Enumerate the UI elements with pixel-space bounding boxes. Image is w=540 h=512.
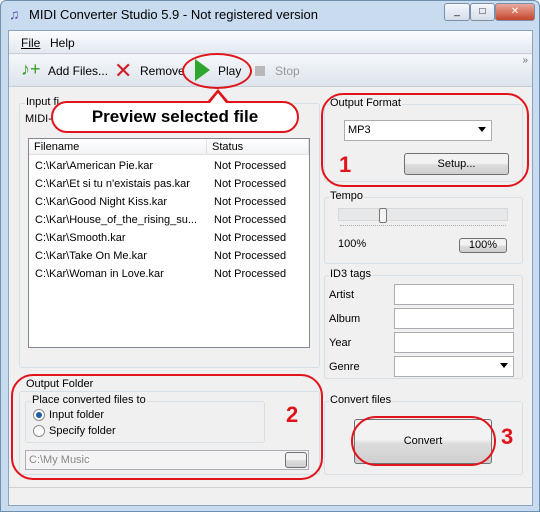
file-status: Not Processed xyxy=(214,160,287,172)
file-status: Not Processed xyxy=(214,178,287,190)
genre-label: Genre xyxy=(329,361,360,373)
file-name: C:\Kar\Take On Me.kar xyxy=(35,250,147,262)
year-label: Year xyxy=(329,337,352,349)
file-name: C:\Kar\House_of_the_rising_su... xyxy=(35,214,198,226)
file-status: Not Processed xyxy=(214,250,287,262)
table-row[interactable]: C:\Kar\House_of_the_rising_su... Not Proc… xyxy=(29,211,309,229)
file-list[interactable]: Filename Status C:\Kar\American Pie.kar N… xyxy=(28,138,310,348)
table-row[interactable]: C:\Kar\Woman in Love.kar Not Processed xyxy=(29,265,309,283)
add-files-button[interactable]: Add Files... xyxy=(48,64,108,78)
table-row[interactable]: C:\Kar\Smooth.kar Not Processed xyxy=(29,229,309,247)
file-name: C:\Kar\Good Night Kiss.kar xyxy=(35,196,168,208)
menu-help[interactable]: Help xyxy=(50,36,75,50)
status-bar xyxy=(9,487,532,505)
column-status[interactable]: Status xyxy=(207,139,309,155)
slider-thumb[interactable] xyxy=(379,208,387,223)
minimize-button[interactable]: _ xyxy=(444,3,470,21)
album-label: Album xyxy=(329,313,361,325)
close-button[interactable]: ✕ xyxy=(495,3,535,21)
menu-bar: File Help xyxy=(9,31,532,54)
table-row[interactable]: C:\Kar\Good Night Kiss.kar Not Processed xyxy=(29,193,309,211)
menu-file[interactable]: File xyxy=(21,36,40,50)
annotation-circle-play xyxy=(182,53,252,89)
tempo-slider[interactable] xyxy=(338,208,508,223)
annotation-circle-1 xyxy=(321,93,529,187)
app-icon: ♫ xyxy=(9,6,20,22)
genre-dropdown[interactable] xyxy=(394,356,514,377)
id3-label: ID3 tags xyxy=(329,268,372,280)
annotation-circle-2 xyxy=(11,374,323,480)
tempo-label: Tempo xyxy=(329,190,365,202)
app-window: ♫ MIDI Converter Studio 5.9 - Not regist… xyxy=(0,0,540,512)
file-status: Not Processed xyxy=(214,196,287,208)
file-name: C:\Kar\American Pie.kar xyxy=(35,160,153,172)
toolbar: ♪+ Add Files... ✕ Remove Play Stop » xyxy=(9,55,532,87)
tempo-value: 100% xyxy=(338,238,367,250)
file-status: Not Processed xyxy=(214,232,287,244)
callout-bubble: Preview selected file xyxy=(51,101,299,133)
stop-button[interactable]: Stop xyxy=(275,64,300,78)
annotation-number-3: 3 xyxy=(501,424,514,449)
artist-input[interactable] xyxy=(394,284,514,305)
remove-icon: ✕ xyxy=(114,58,133,83)
album-input[interactable] xyxy=(394,308,514,329)
table-row[interactable]: C:\Kar\American Pie.kar Not Processed xyxy=(29,157,309,175)
callout-pointer-fill xyxy=(210,93,226,103)
tempo-reset-button[interactable]: 100% xyxy=(459,238,507,253)
input-files-sub: MIDI- xyxy=(25,113,52,125)
table-row[interactable]: C:\Kar\Take On Me.kar Not Processed xyxy=(29,247,309,265)
file-status: Not Processed xyxy=(214,214,287,226)
slider-ticks xyxy=(340,225,506,226)
table-row[interactable]: C:\Kar\Et si tu n'existais pas.kar Not Pr… xyxy=(29,175,309,193)
file-name: C:\Kar\Smooth.kar xyxy=(35,232,126,244)
column-filename[interactable]: Filename xyxy=(29,139,207,155)
window-title: MIDI Converter Studio 5.9 - Not register… xyxy=(29,7,319,22)
annotation-circle-3 xyxy=(351,416,496,466)
annotation-number-2: 2 xyxy=(286,402,299,427)
file-status: Not Processed xyxy=(214,268,287,280)
annotation-number-1: 1 xyxy=(339,152,352,177)
add-files-icon: ♪+ xyxy=(21,59,41,79)
toolbar-overflow[interactable]: » xyxy=(522,55,528,66)
remove-button[interactable]: Remove xyxy=(140,64,185,78)
file-name: C:\Kar\Woman in Love.kar xyxy=(35,268,164,280)
file-name: C:\Kar\Et si tu n'existais pas.kar xyxy=(35,178,190,190)
maximize-button[interactable]: □ xyxy=(470,3,495,21)
chevron-down-icon xyxy=(500,363,508,368)
convert-files-label: Convert files xyxy=(329,394,393,406)
stop-icon xyxy=(255,66,265,76)
artist-label: Artist xyxy=(329,289,355,301)
year-input[interactable] xyxy=(394,332,514,353)
